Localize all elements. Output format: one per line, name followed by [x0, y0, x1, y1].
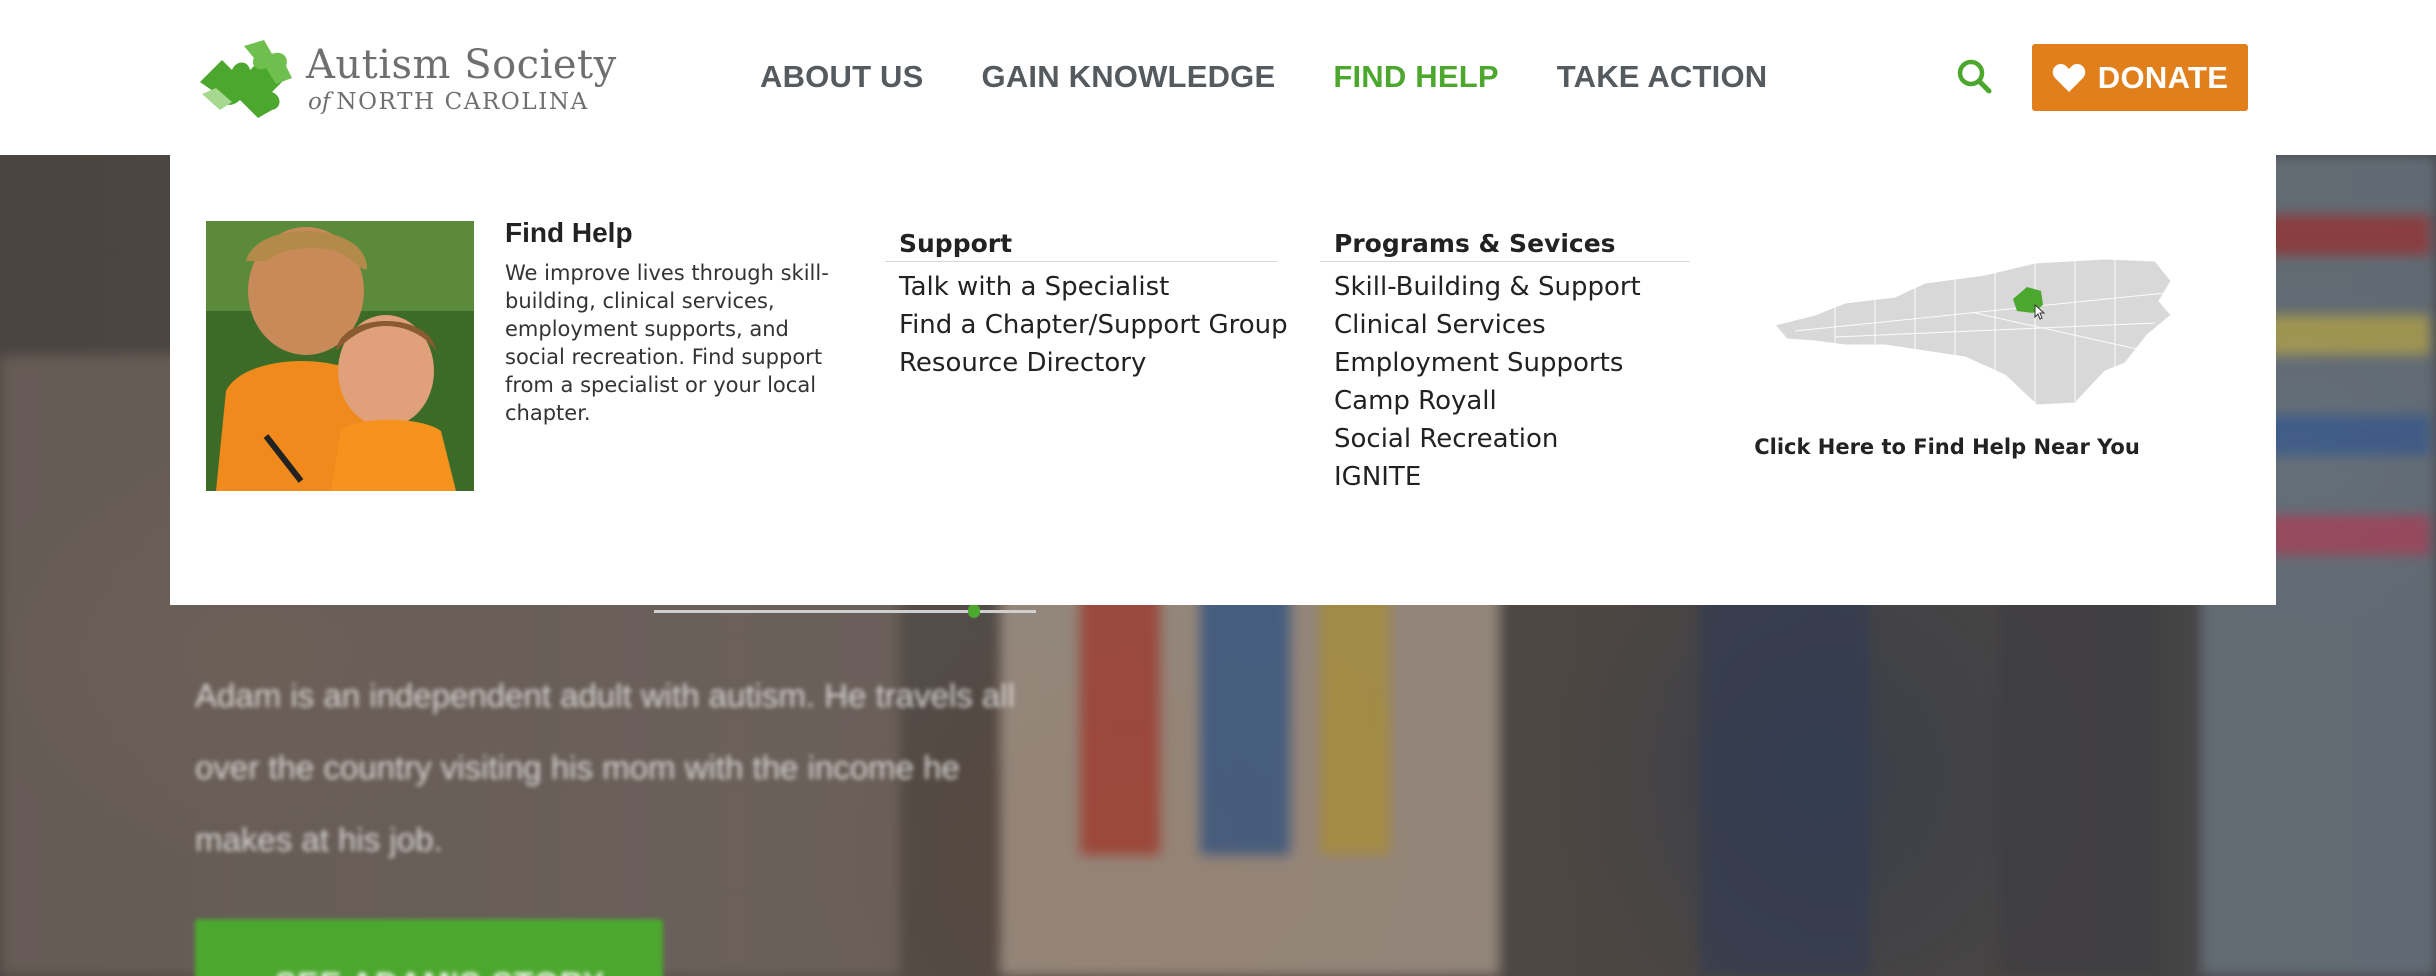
support-links: Talk with a Specialist Find a Chapter/Su…: [885, 268, 1288, 382]
link-employment-supports[interactable]: Employment Supports: [1334, 344, 1690, 382]
nc-map[interactable]: [1775, 253, 2175, 413]
map-caption[interactable]: Click Here to Find Help Near You: [1740, 435, 2154, 459]
main-nav: ABOUT US GAIN KNOWLEDGE FIND HELP TAKE A…: [760, 55, 1825, 99]
hero-story-text: Adam is an independent adult with autism…: [195, 677, 1015, 858]
heart-icon: [2052, 63, 2086, 92]
logo-line2: of NORTH CAROLINA: [308, 88, 617, 116]
site-logo[interactable]: Autism Society of NORTH CAROLINA: [192, 38, 616, 120]
programs-heading: Programs & Sevices: [1320, 227, 1690, 262]
mega-menu-title: Find Help: [505, 217, 633, 248]
link-social-recreation[interactable]: Social Recreation: [1334, 420, 1690, 458]
children-photo: [206, 221, 474, 491]
search-button[interactable]: [1955, 57, 1995, 97]
donate-label: DONATE: [2097, 59, 2229, 95]
programs-column: Programs & Sevices Skill-Building & Supp…: [1320, 227, 1690, 496]
nav-about-us[interactable]: ABOUT US: [760, 55, 924, 99]
link-talk-with-specialist[interactable]: Talk with a Specialist: [899, 268, 1277, 306]
support-heading: Support: [885, 227, 1277, 262]
logo-state: NORTH CAROLINA: [336, 89, 589, 115]
hero-divider-dot: [968, 604, 980, 618]
programs-links: Skill-Building & Support Clinical Servic…: [1320, 268, 1690, 496]
donate-button[interactable]: DONATE: [2032, 44, 2248, 111]
link-ignite[interactable]: IGNITE: [1334, 458, 1690, 496]
link-clinical-services[interactable]: Clinical Services: [1334, 306, 1690, 344]
link-camp-royall[interactable]: Camp Royall: [1334, 382, 1690, 420]
logo-line1: Autism Society: [306, 42, 617, 88]
see-story-button[interactable]: SEE ADAM'S STORY: [195, 919, 663, 976]
logo-wordmark: Autism Society of NORTH CAROLINA: [306, 42, 617, 116]
search-icon: [1957, 59, 1992, 94]
logo-of: of: [308, 89, 331, 115]
link-find-chapter[interactable]: Find a Chapter/Support Group: [899, 306, 1288, 344]
nav-gain-knowledge[interactable]: GAIN KNOWLEDGE: [982, 55, 1276, 99]
link-skill-building[interactable]: Skill-Building & Support: [1334, 268, 1690, 306]
site-header: Autism Society of NORTH CAROLINA ABOUT US…: [0, 0, 2436, 155]
find-help-photo: [206, 221, 474, 491]
puzzle-logo-icon: [200, 40, 292, 118]
mega-menu-description: We improve lives through skill-building,…: [505, 261, 829, 425]
support-column: Support Talk with a Specialist Find a Ch…: [885, 227, 1288, 382]
link-resource-directory[interactable]: Resource Directory: [899, 344, 1277, 382]
nav-find-help[interactable]: FIND HELP: [1333, 55, 1498, 99]
find-help-mega-menu: Find Help We improve lives through skill…: [170, 155, 2276, 605]
nav-take-action[interactable]: TAKE ACTION: [1557, 55, 1768, 99]
